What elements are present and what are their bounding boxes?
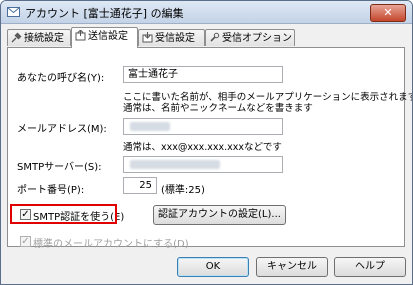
email-note: 通常は、xxx@xxx.xxx.xxxなどです — [123, 142, 282, 153]
redacted-smtp-server — [130, 160, 220, 169]
auth-account-settings-button[interactable]: 認証アカウントの設定(L)... — [153, 205, 286, 225]
send-icon — [75, 30, 86, 41]
default-account-label: 標準のメールアカウントにする(D) — [33, 239, 189, 250]
name-field[interactable]: 富士通花子 — [123, 66, 283, 83]
window-title: アカウント [富士通花子] の編集 — [25, 7, 184, 20]
cancel-button[interactable]: キャンセル — [256, 257, 328, 277]
smtp-auth-highlight-box — [10, 204, 117, 224]
smtp-server-label: SMTPサーバー(S): — [17, 162, 102, 173]
name-label: あなたの呼び名(Y): — [17, 73, 105, 84]
tab-connection[interactable]: 接続設定 — [7, 29, 71, 46]
port-field[interactable]: 25 — [123, 177, 157, 194]
email-field[interactable] — [123, 118, 283, 135]
tab-receive[interactable]: 受信設定 — [138, 29, 205, 46]
ok-button[interactable]: OK — [177, 257, 249, 277]
port-standard-text: (標準:25) — [161, 185, 205, 196]
smtp-server-field[interactable] — [123, 156, 283, 173]
default-account-checkbox[interactable]: ✓ — [20, 236, 31, 247]
plug-icon — [11, 32, 22, 43]
title-bar: アカウント [富士通花子] の編集 ✕ — [1, 1, 412, 24]
account-edit-dialog: アカウント [富士通花子] の編集 ✕ 接続設定 送信設定 受信設定 受信オプシ… — [0, 0, 413, 285]
redacted-email — [130, 122, 170, 131]
tab-send[interactable]: 送信設定 — [71, 27, 138, 48]
help-button[interactable]: ヘルプ — [334, 257, 406, 277]
tab-receive-options[interactable]: 受信オプション — [205, 29, 295, 46]
email-label: メールアドレス(M): — [17, 124, 107, 135]
wrench-icon — [210, 32, 220, 42]
receive-icon — [142, 32, 153, 43]
mail-account-icon — [7, 7, 20, 17]
port-label: ポート番号(P): — [17, 185, 85, 196]
tab-bar: 接続設定 送信設定 受信設定 受信オプション — [7, 27, 405, 48]
name-note-line2: 通常は、名前やニックネームなどを書きます — [123, 103, 313, 114]
close-button[interactable]: ✕ — [370, 4, 406, 22]
